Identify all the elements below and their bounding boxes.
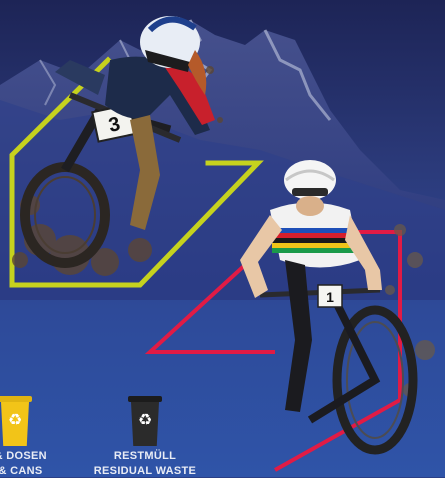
- bin-residual-waste[interactable]: ♻ RESTMÜLL RESIDUAL WASTE: [80, 396, 210, 478]
- bin-label-en: RESIDUAL WASTE: [93, 465, 197, 477]
- black-bin-icon: ♻: [128, 396, 162, 448]
- bin-cans[interactable]: ♻ K & DOSEN S & CANS: [0, 396, 80, 478]
- bin-label-en: S & CANS: [0, 465, 43, 477]
- recycle-icon: ♻: [137, 410, 153, 429]
- bin-label-de: K & DOSEN: [0, 450, 47, 462]
- yellow-bin-icon: ♻: [0, 396, 32, 448]
- bin-label-de: RESTMÜLL: [113, 450, 177, 462]
- recycle-icon: ♻: [7, 410, 23, 429]
- rider-right-illustration: 1: [240, 160, 435, 455]
- plate-number-right: 1: [326, 289, 334, 305]
